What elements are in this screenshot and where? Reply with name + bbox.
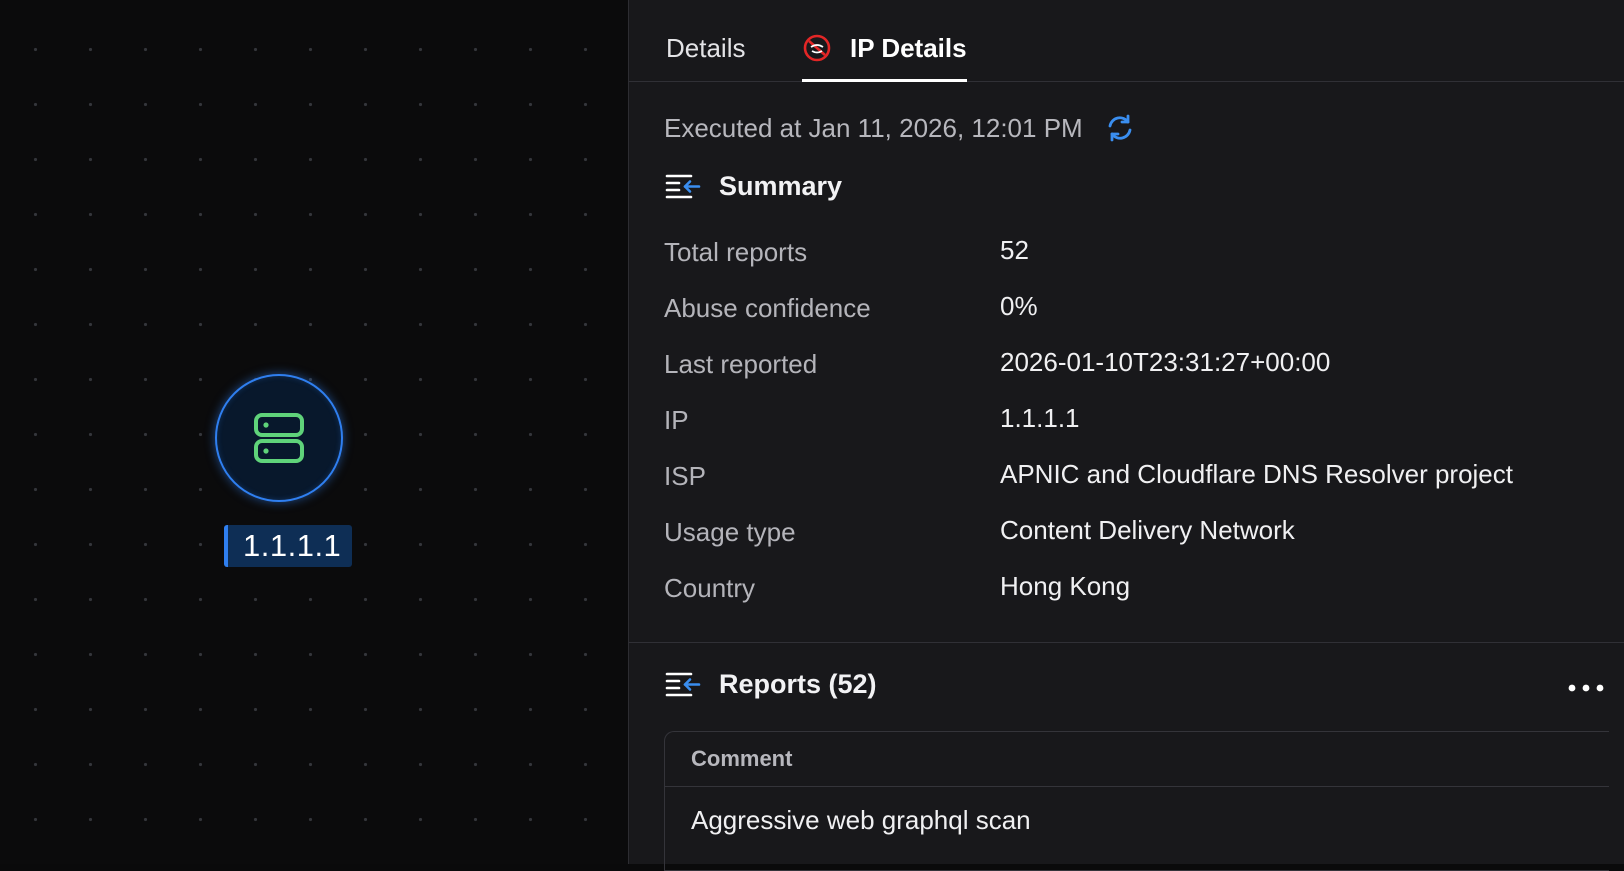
summary-row: Usage type Content Delivery Network — [664, 507, 1604, 563]
executed-timestamp: Executed at Jan 11, 2026, 12:01 PM — [664, 111, 1137, 145]
executed-text: Executed at Jan 11, 2026, 12:01 PM — [664, 112, 1083, 143]
abuseipdb-icon — [803, 34, 831, 62]
summary-title: Summary — [719, 171, 843, 201]
server-icon — [254, 413, 304, 463]
summary-row: Country Hong Kong — [664, 563, 1604, 619]
list-collapse-icon — [665, 174, 701, 198]
refresh-icon[interactable] — [1103, 111, 1137, 145]
summary-key: Abuse confidence — [664, 293, 871, 323]
ip-node-label[interactable]: 1.1.1.1 — [224, 525, 353, 567]
section-divider — [629, 642, 1624, 643]
summary-value: 0% — [1000, 291, 1038, 321]
summary-key: Usage type — [664, 517, 796, 547]
summary-value: Hong Kong — [1000, 571, 1131, 601]
summary-row: Last reported 2026-01-10T23:31:27+00:00 — [664, 339, 1604, 395]
summary-value: 2026-01-10T23:31:27+00:00 — [1000, 347, 1331, 377]
tab-bar: Details IP Details — [629, 0, 1624, 82]
summary-key: Last reported — [664, 349, 818, 379]
ip-node[interactable] — [215, 374, 343, 502]
summary-key: Country — [664, 573, 756, 603]
summary-row: Abuse confidence 0% — [664, 283, 1604, 339]
reports-title: Reports (52) — [719, 669, 877, 699]
summary-row: Total reports 52 — [664, 227, 1604, 283]
app-root: 1.1.1.1 Details IP Details Executed at J… — [0, 0, 1624, 871]
tab-details[interactable]: Details — [666, 33, 745, 81]
summary-key: IP — [664, 405, 689, 435]
summary-table: Total reports 52 Abuse confidence 0% Las… — [664, 227, 1604, 619]
side-panel: Details IP Details Executed at Jan 11, 2… — [628, 0, 1624, 871]
table-row[interactable]: Aggressive web graphql scan — [665, 787, 1609, 853]
graph-canvas[interactable]: 1.1.1.1 — [0, 0, 628, 864]
table-header-comment[interactable]: Comment — [665, 732, 1609, 787]
summary-key: Total reports — [664, 237, 808, 267]
summary-header: Summary — [665, 171, 842, 202]
summary-value: 52 — [1000, 235, 1029, 265]
tab-details-label: Details — [666, 33, 746, 63]
tab-ip-details-label: IP Details — [850, 33, 967, 63]
summary-value: 1.1.1.1 — [1000, 403, 1080, 433]
summary-row: IP 1.1.1.1 — [664, 395, 1604, 451]
summary-value: Content Delivery Network — [1000, 515, 1295, 545]
reports-header: Reports (52) — [665, 669, 877, 700]
list-collapse-icon — [665, 672, 701, 696]
summary-row: ISP APNIC and Cloudflare DNS Resolver pr… — [664, 451, 1604, 507]
more-options-icon[interactable] — [1566, 676, 1606, 700]
summary-value: APNIC and Cloudflare DNS Resolver projec… — [1000, 459, 1513, 489]
reports-table: Comment Aggressive web graphql scan — [664, 731, 1609, 871]
summary-key: ISP — [664, 461, 706, 491]
tab-ip-details[interactable]: IP Details — [802, 33, 967, 82]
